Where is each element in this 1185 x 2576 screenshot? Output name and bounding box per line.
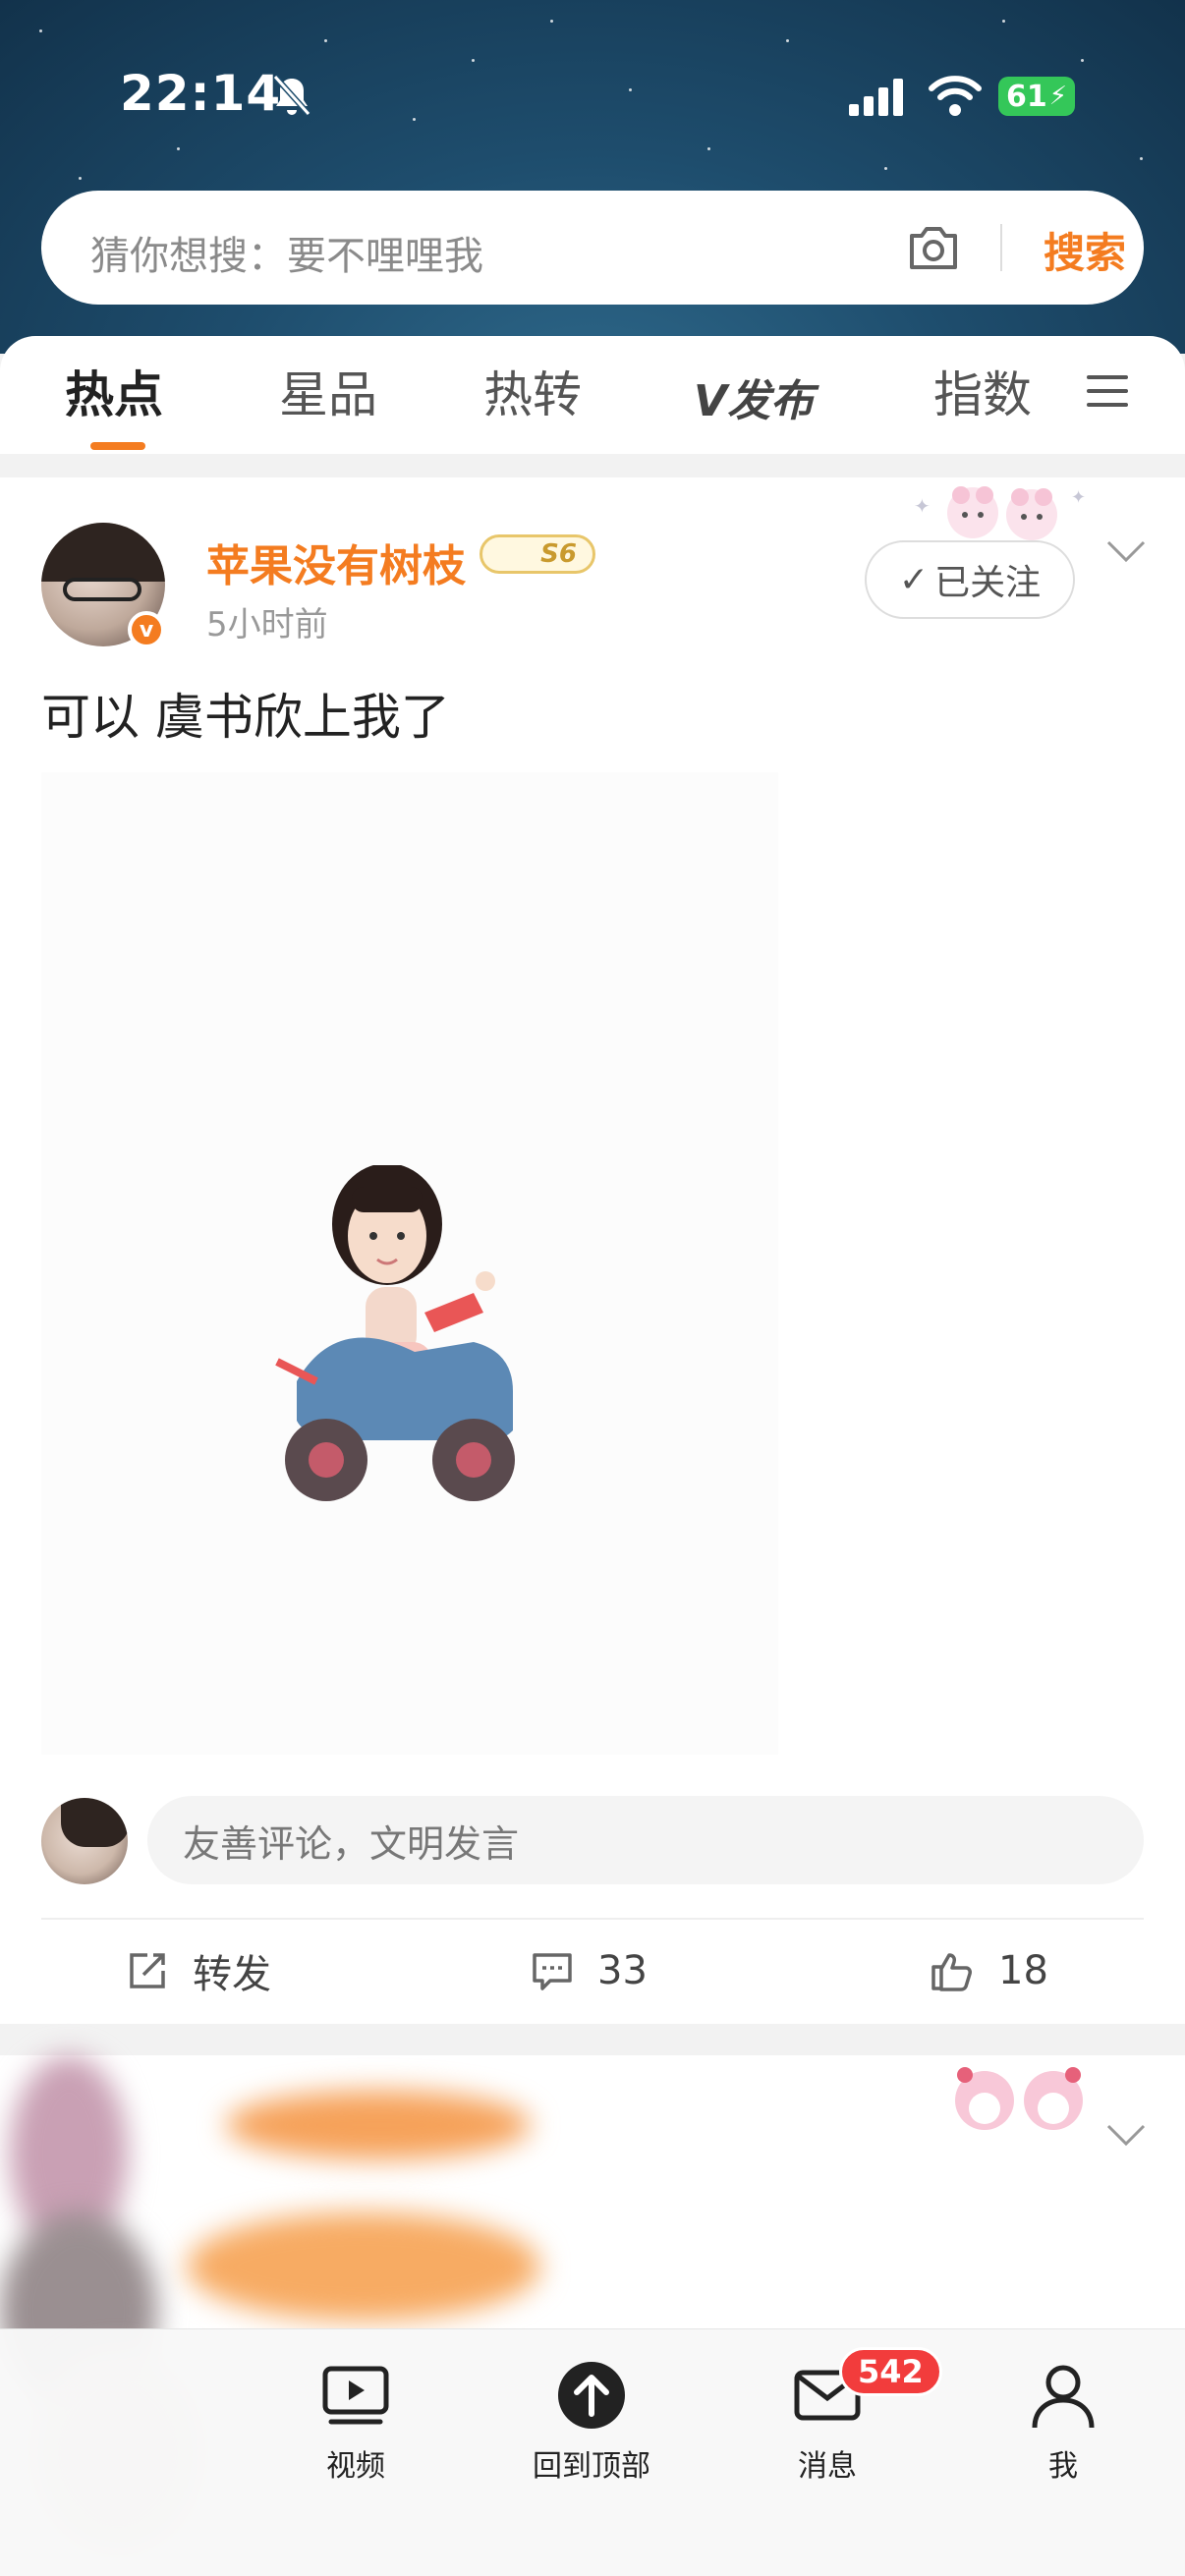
arrow-up-icon: [558, 2362, 625, 2429]
signal-icon: [849, 79, 903, 116]
tab-hot[interactable]: 热点: [65, 356, 163, 426]
nav-me-label: 我: [1048, 2449, 1078, 2484]
decoration-stickers: [955, 2067, 1083, 2130]
tab-v-publish[interactable]: V发布: [694, 365, 814, 428]
status-time: 22:14: [120, 65, 282, 122]
comment-icon: [533, 1953, 572, 1990]
bell-muted-icon: [272, 74, 311, 117]
post-time: 5小时前: [206, 605, 328, 644]
search-bar[interactable]: 猜你想搜：要不哩哩我 搜索: [41, 191, 1144, 305]
follow-button[interactable]: ✓ 已关注: [865, 540, 1075, 619]
action-divider: [41, 1918, 1144, 1920]
tab-index[interactable]: 指数: [933, 356, 1032, 426]
chevron-down-icon[interactable]: [1104, 2120, 1148, 2150]
thumbs-up-icon: [931, 1953, 972, 1991]
my-avatar: [41, 1798, 128, 1884]
charging-icon: ⚡: [1048, 82, 1067, 111]
blurred-name: [226, 2091, 531, 2159]
status-bar: 22:14 61 ⚡: [0, 0, 1185, 187]
weibo-screen: 22:14 61 ⚡ 猜你想搜：要不哩哩我 搜索 热点 星品 热转 V发布 指数…: [0, 0, 1185, 2576]
repost-button[interactable]: 转发: [126, 1941, 271, 2000]
tab-star[interactable]: 星品: [279, 356, 377, 426]
blurred-text: [187, 2212, 540, 2321]
nav-me[interactable]: 我: [985, 2359, 1142, 2485]
level-badge[interactable]: S6: [480, 534, 595, 574]
svg-text:✦: ✦: [1071, 487, 1086, 508]
camera-icon[interactable]: [906, 222, 961, 273]
comment-input[interactable]: 友善评论，文明发言: [147, 1796, 1144, 1884]
channel-tabs: 热点 星品 热转 V发布 指数: [0, 336, 1185, 454]
battery-indicator: 61 ⚡: [998, 77, 1075, 116]
comment-count: 33: [597, 1948, 648, 1993]
follow-label: 已关注: [934, 563, 1042, 603]
repost-label: 转发: [193, 1952, 271, 1997]
comment-button[interactable]: 33: [531, 1941, 648, 2000]
message-badge: 542: [839, 2347, 942, 2396]
nav-video-label: 视频: [326, 2449, 385, 2484]
post-card[interactable]: v 苹果没有树枝 S6 5小时前 ✦ ✦ ✓ 已关注 可以 虞书欣上我了 友善评…: [0, 477, 1185, 2024]
search-divider: [1000, 224, 1002, 271]
active-tab-indicator: [90, 442, 145, 450]
nav-messages[interactable]: 542 消息: [749, 2347, 942, 2485]
author-name[interactable]: 苹果没有树枝: [206, 531, 466, 593]
tab-v-publish-label: 发布: [727, 376, 815, 426]
avatar-glasses: [63, 578, 141, 601]
battery-level: 61: [1005, 79, 1047, 114]
scooter-girl-sticker: [275, 1165, 515, 1501]
my-avatar-hair: [61, 1798, 128, 1847]
post-text: 可以 虞书欣上我了: [41, 689, 450, 746]
repost-icon: [130, 1953, 165, 1988]
nav-video[interactable]: 视频: [277, 2359, 434, 2485]
svg-text:✦: ✦: [914, 494, 931, 518]
post-media[interactable]: [41, 772, 778, 1755]
nav-messages-label: 消息: [798, 2449, 857, 2484]
search-button[interactable]: 搜索: [1044, 220, 1126, 280]
like-count: 18: [998, 1948, 1048, 1993]
video-icon: [322, 2366, 389, 2425]
person-icon: [1032, 2365, 1095, 2429]
check-icon: ✓: [898, 559, 930, 600]
tab-hot-repost[interactable]: 热转: [483, 356, 582, 426]
search-placeholder[interactable]: 猜你想搜：要不哩哩我: [90, 224, 483, 281]
nav-back-to-top-label: 回到顶部: [533, 2449, 650, 2484]
bottom-nav: 视频 回到顶部 542 消息 我: [0, 2328, 1185, 2576]
nav-back-to-top[interactable]: 回到顶部: [513, 2359, 670, 2485]
like-button[interactable]: 18: [928, 1941, 1048, 2000]
avatar-hair: [41, 523, 165, 582]
verified-badge-icon: v: [128, 611, 165, 648]
wifi-icon: [929, 76, 982, 116]
menu-icon[interactable]: [1087, 371, 1128, 411]
chevron-down-icon[interactable]: [1104, 536, 1148, 566]
